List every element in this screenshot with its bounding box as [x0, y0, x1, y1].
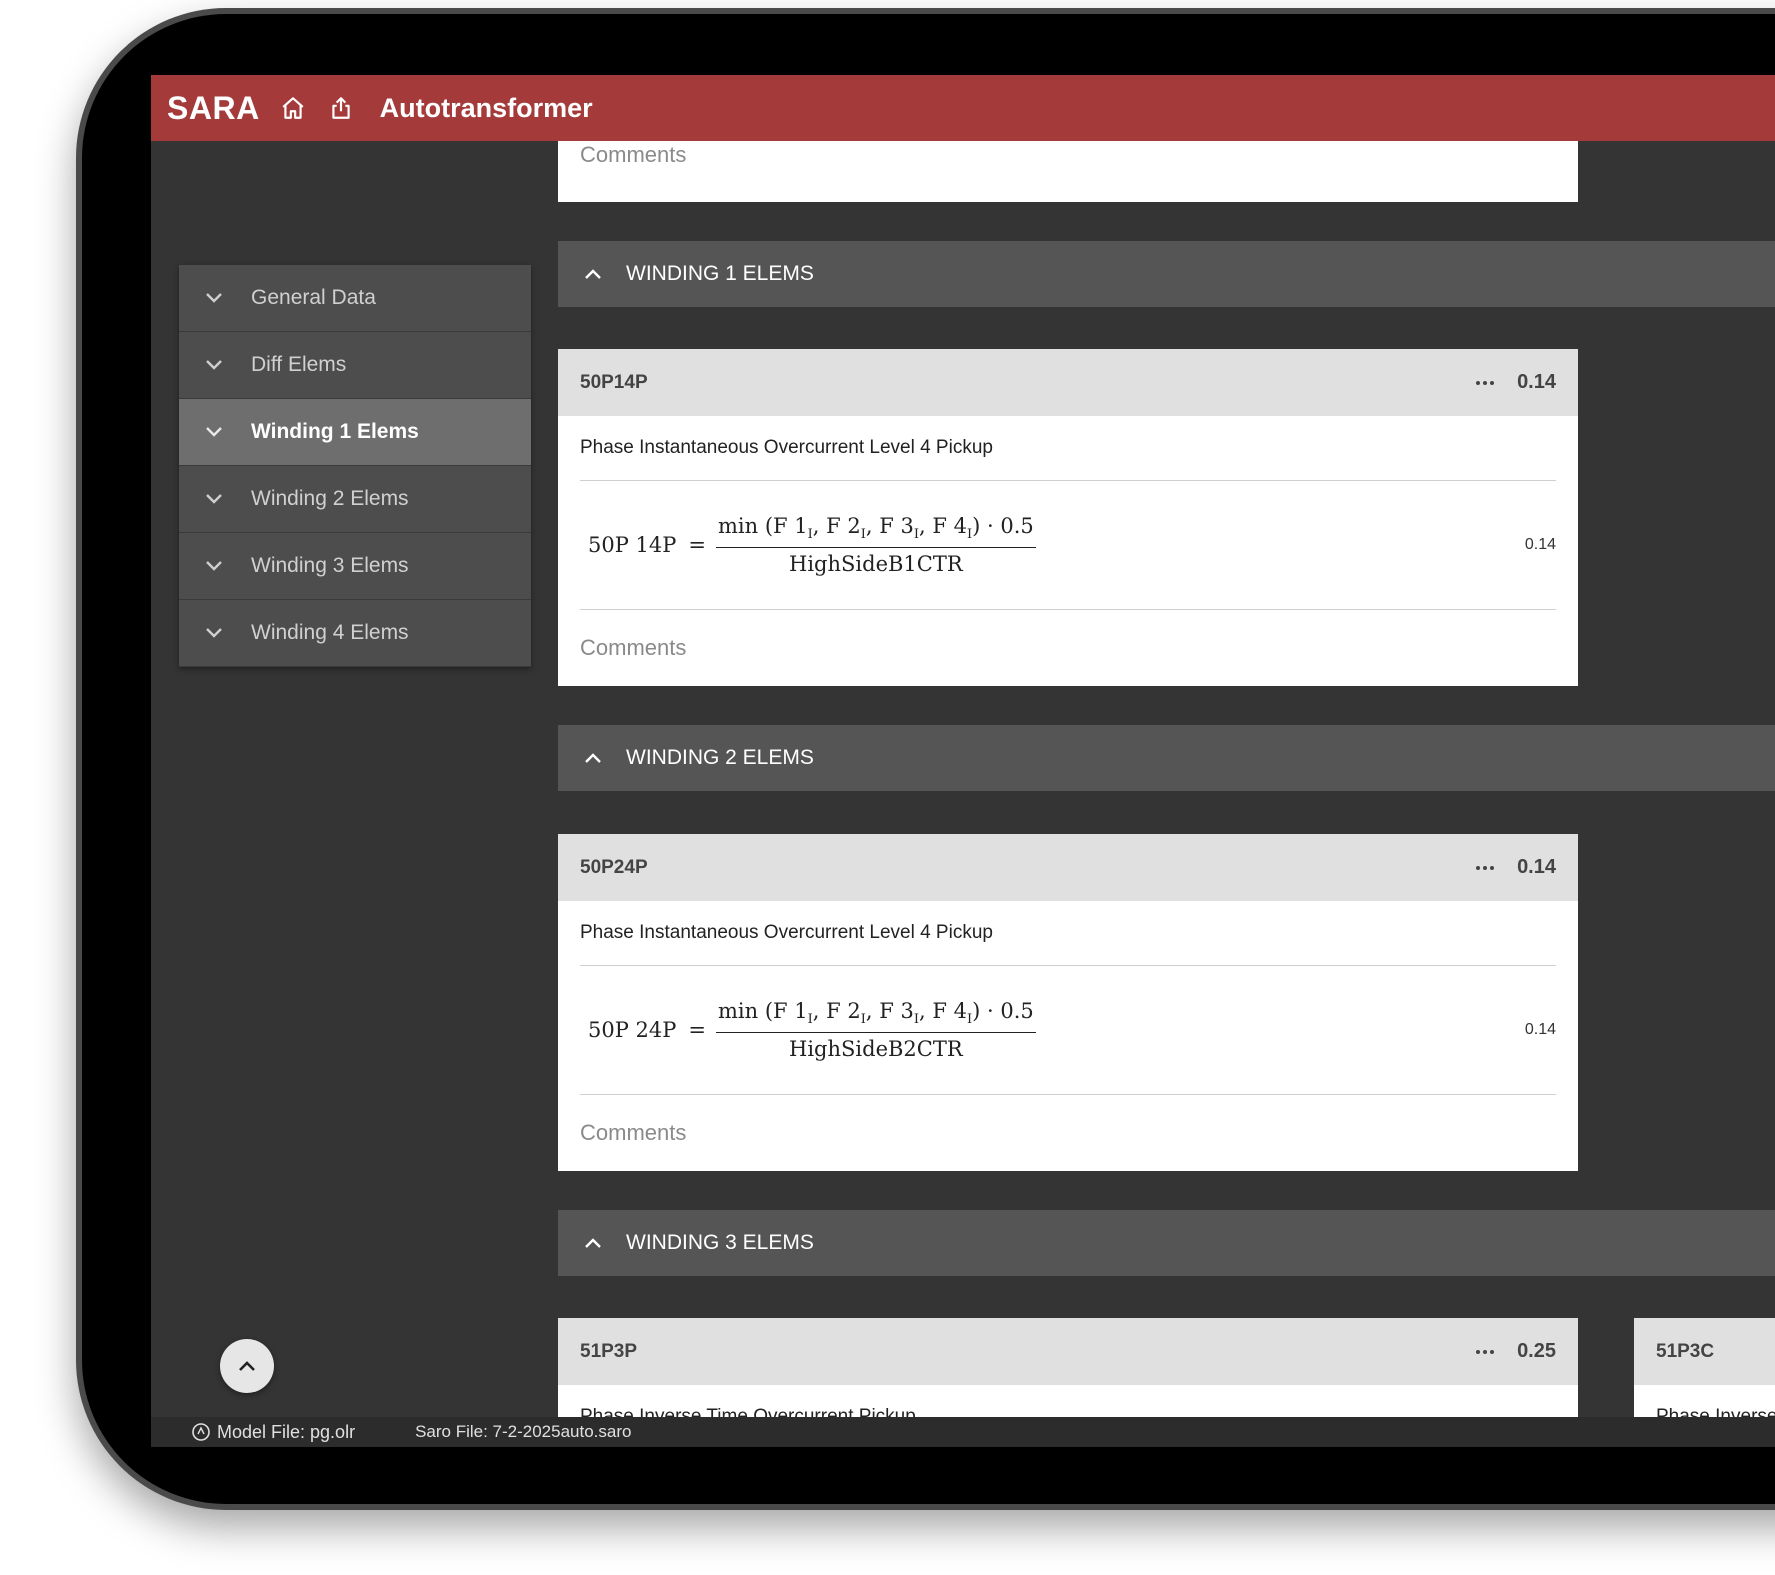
equation-denominator: HighSideB1CTR — [789, 551, 963, 576]
comments-field[interactable]: Comments — [580, 635, 686, 661]
app-header: SARA Autotransformer — [151, 75, 1775, 141]
setting-card-50p14p: 50P14P 0.14 Phase Instantaneous Overcurr… — [558, 349, 1578, 686]
setting-description: Phase Instantaneous Overcurrent Level 4 … — [580, 901, 1556, 966]
setting-description: Phase Inverse Time Overcurrent Pickup — [580, 1385, 1556, 1417]
card-header: 51P3C — [1634, 1318, 1775, 1385]
section-title: WINDING 1 ELEMS — [626, 262, 814, 285]
more-horiz-icon[interactable] — [1475, 380, 1495, 386]
saro-file-label: Saro File: 7-2-2025auto.saro — [415, 1422, 632, 1441]
equation-result: 0.14 — [1524, 1021, 1556, 1038]
setting-name: 50P24P — [580, 856, 648, 878]
setting-card-51p3p: 51P3P 0.25 Phase Inverse Time Overcurren… — [558, 1318, 1578, 1417]
chevron-up-icon — [239, 1361, 255, 1371]
card-header: 50P14P 0.14 — [558, 349, 1578, 416]
status-bar: Model File: pg.olr Saro File: 7-2-2025au… — [151, 1417, 1775, 1447]
setting-name: 51P3P — [580, 1340, 638, 1362]
setting-description: Phase Inverse — [1656, 1385, 1775, 1417]
card-header: 51P3P 0.25 — [558, 1318, 1578, 1385]
equation-formula: 50P 14P = min (F 1I, F 2I, F 3I, F 4I) ·… — [588, 514, 1036, 576]
model-file-status: Model File: pg.olr — [191, 1422, 355, 1443]
equation-formula: 50P 24P = min (F 1I, F 2I, F 3I, F 4I) ·… — [588, 999, 1036, 1061]
section-title: WINDING 3 ELEMS — [626, 1231, 814, 1254]
comments-field[interactable]: Comments — [580, 142, 686, 168]
main-content: Comments WINDING 1 ELEMS 50P14P 0.14 Pha… — [151, 141, 1775, 1417]
setting-value[interactable]: 0.14 — [1517, 856, 1556, 879]
model-file-icon — [191, 1422, 211, 1442]
section-header-winding-2[interactable]: WINDING 2 ELEMS — [558, 725, 1775, 791]
setting-value[interactable]: 0.14 — [1517, 371, 1556, 394]
equation-denominator: HighSideB2CTR — [789, 1036, 963, 1061]
section-title: WINDING 2 ELEMS — [626, 746, 814, 769]
setting-card-51p3c: 51P3C Phase Inverse — [1634, 1318, 1775, 1417]
comments-field[interactable]: Comments — [580, 1120, 686, 1146]
section-header-winding-3[interactable]: WINDING 3 ELEMS — [558, 1210, 1775, 1276]
scroll-top-button[interactable] — [220, 1339, 274, 1393]
setting-value[interactable]: 0.25 — [1517, 1340, 1556, 1363]
setting-equation: 50P 14P = min (F 1I, F 2I, F 3I, F 4I) ·… — [580, 481, 1556, 610]
setting-description: Phase Instantaneous Overcurrent Level 4 … — [580, 416, 1556, 481]
more-horiz-icon[interactable] — [1475, 865, 1495, 871]
setting-name: 50P14P — [580, 371, 648, 393]
page-title: Autotransformer — [379, 92, 593, 123]
setting-name: 51P3C — [1656, 1340, 1715, 1362]
app-screen: SARA Autotransformer General Data Diff E… — [151, 75, 1775, 1447]
chevron-up-icon — [584, 752, 602, 764]
equation-lhs: 50P 14P — [588, 533, 677, 557]
home-icon[interactable] — [278, 93, 308, 123]
card-header: 50P24P 0.14 — [558, 834, 1578, 901]
share-icon[interactable] — [326, 93, 356, 123]
more-horiz-icon[interactable] — [1475, 1349, 1495, 1355]
section-header-winding-1[interactable]: WINDING 1 ELEMS — [558, 241, 1775, 307]
model-file-label: Model File: pg.olr — [217, 1421, 356, 1442]
chevron-up-icon — [584, 268, 602, 280]
equation-result: 0.14 — [1524, 536, 1556, 553]
previous-card-tail: Comments — [558, 141, 1578, 202]
chevron-up-icon — [584, 1237, 602, 1249]
setting-equation: 50P 24P = min (F 1I, F 2I, F 3I, F 4I) ·… — [580, 966, 1556, 1095]
brand-logo[interactable]: SARA — [167, 90, 260, 127]
setting-card-50p24p: 50P24P 0.14 Phase Instantaneous Overcurr… — [558, 834, 1578, 1171]
equation-lhs: 50P 24P — [588, 1018, 677, 1042]
